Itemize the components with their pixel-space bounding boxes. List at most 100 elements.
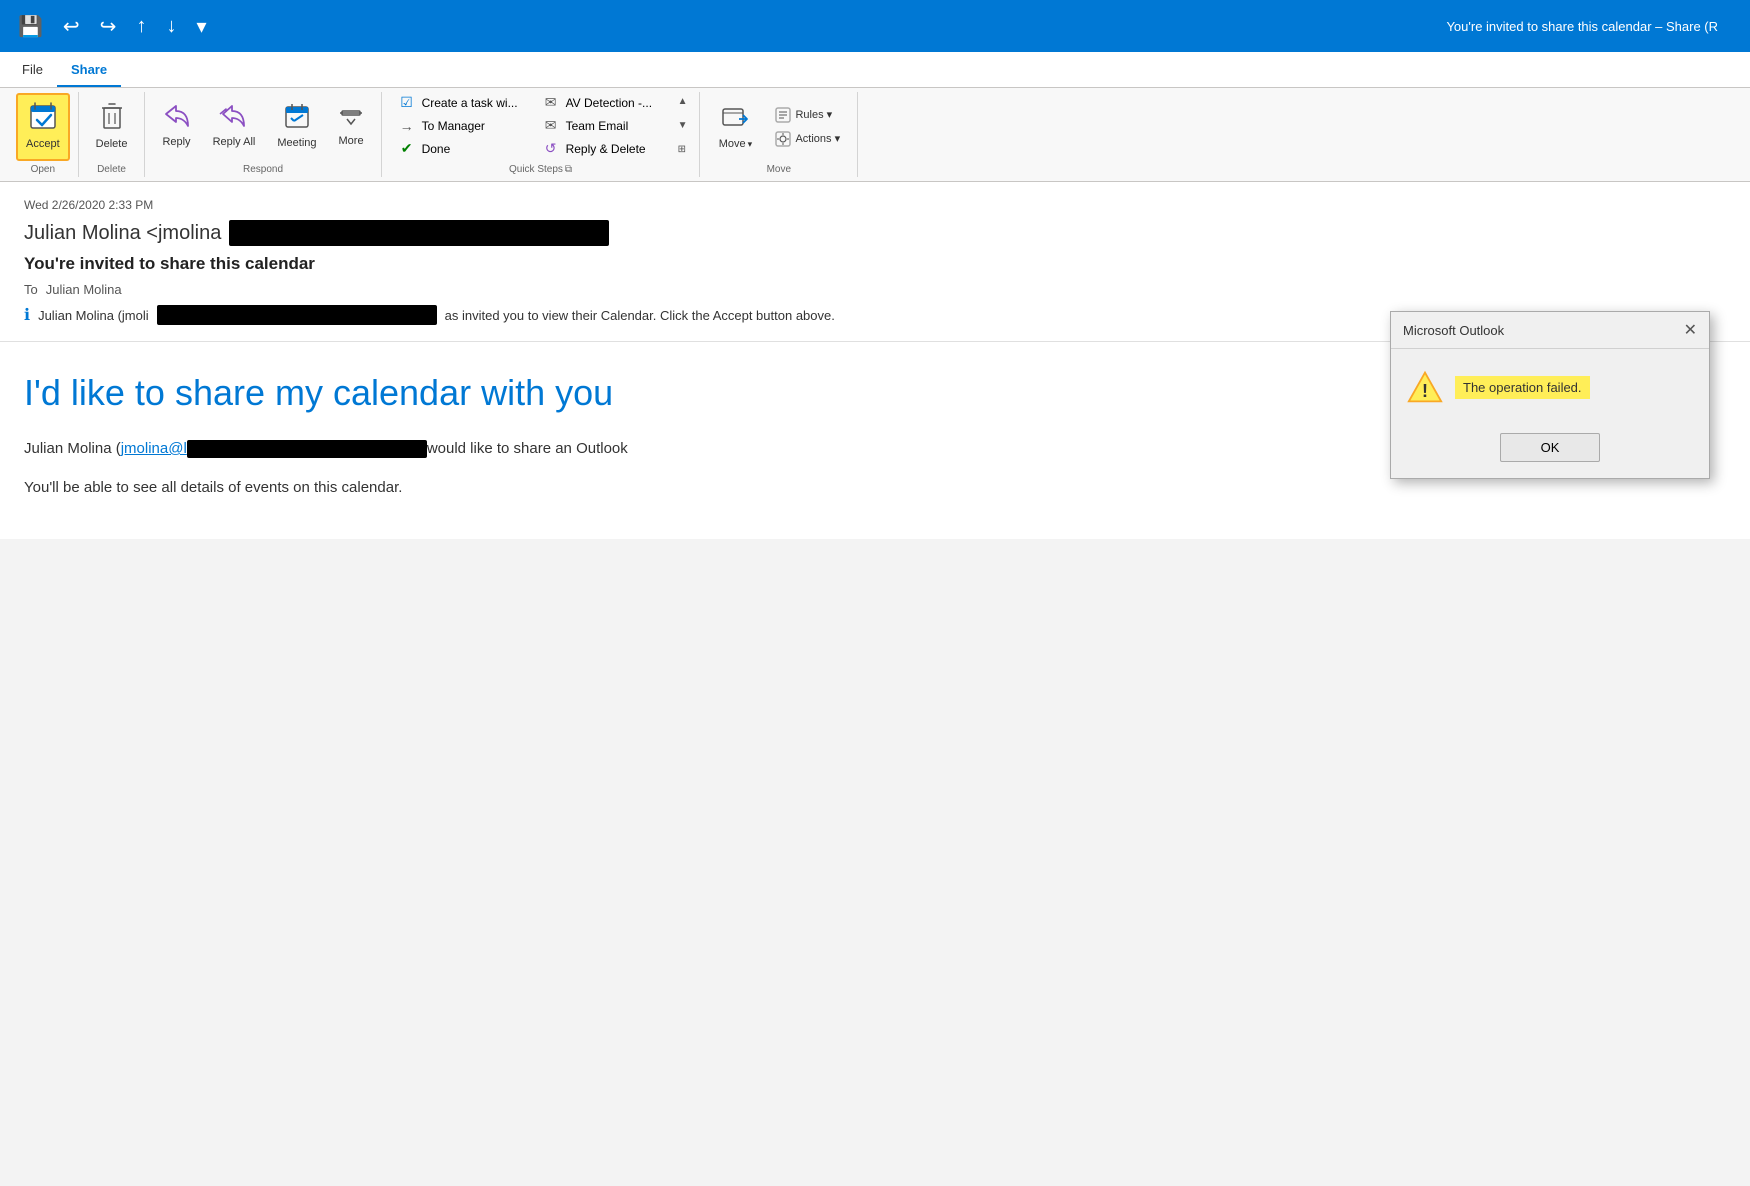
move-stack-buttons: Rules ▾ Actions ▾	[766, 104, 849, 150]
info-redacted	[157, 305, 437, 325]
qs-create-task[interactable]: ☑ Create a task wi...	[390, 92, 530, 113]
av-detection-icon: ✉	[542, 94, 560, 111]
done-icon: ✔	[398, 140, 416, 157]
more-icon	[340, 105, 362, 131]
team-email-icon: ✉	[542, 117, 560, 134]
qs-team-email[interactable]: ✉ Team Email	[534, 115, 674, 136]
qs-done-label: Done	[422, 142, 451, 156]
ribbon-group-open: Accept Open	[8, 92, 79, 177]
respond-group-content: Reply Reply All	[153, 92, 372, 161]
qs-team-email-label: Team Email	[566, 119, 629, 133]
title-bar: 💾 ↩ ↪ ↑ ↓ ▾ You're invited to share this…	[0, 0, 1750, 52]
tab-share[interactable]: Share	[57, 56, 121, 87]
more-button[interactable]: More	[330, 93, 373, 161]
ribbon-group-move: Move ▾ Rules ▾	[700, 92, 858, 177]
reply-all-button[interactable]: Reply All	[204, 93, 265, 161]
qs-av-detection[interactable]: ✉ AV Detection -...	[534, 92, 674, 113]
actions-label: Actions ▾	[795, 132, 840, 145]
dialog-footer: OK	[1391, 425, 1709, 478]
ribbon-group-delete: Delete Delete	[79, 92, 146, 177]
more-label: More	[339, 135, 364, 148]
up-icon[interactable]: ↑	[130, 11, 152, 42]
qs-reply-delete[interactable]: ↺ Reply & Delete	[534, 138, 674, 159]
accept-button[interactable]: Accept	[16, 93, 70, 161]
reply-label: Reply	[162, 136, 190, 149]
dialog-close-button[interactable]: ✕	[1684, 320, 1697, 340]
para1-prefix: Julian Molina (	[24, 440, 121, 457]
respond-group-label: Respond	[153, 161, 372, 177]
delete-label: Delete	[96, 138, 128, 151]
qs-to-manager-label: To Manager	[422, 119, 485, 133]
ribbon: Accept Open Delete Delete	[0, 88, 1750, 182]
dialog-ok-button[interactable]: OK	[1500, 433, 1601, 462]
para1-link[interactable]: jmolina@l	[121, 440, 187, 457]
email-date: Wed 2/26/2020 2:33 PM	[24, 198, 1726, 212]
qs-create-task-label: Create a task wi...	[422, 96, 518, 110]
para1-redacted	[187, 440, 427, 458]
quick-steps-list: ☑ Create a task wi... ✉ AV Detection -..…	[390, 92, 674, 159]
meeting-label: Meeting	[277, 137, 316, 150]
to-name: Julian Molina	[46, 282, 122, 297]
info-text-prefix: Julian Molina (jmoli	[38, 308, 149, 323]
email-to: To Julian Molina	[24, 282, 1726, 297]
reply-all-icon	[219, 104, 249, 132]
reply-all-label: Reply All	[213, 136, 256, 149]
ribbon-group-respond: Reply Reply All	[145, 92, 381, 177]
quick-steps-expand-icon[interactable]: ⧉	[565, 164, 572, 175]
tab-file[interactable]: File	[8, 56, 57, 87]
rules-button[interactable]: Rules ▾	[766, 104, 849, 126]
dialog-message: The operation failed.	[1455, 376, 1590, 399]
delete-icon	[100, 102, 124, 134]
move-group-label: Move	[708, 161, 849, 177]
info-icon: ℹ	[24, 305, 30, 325]
meeting-icon	[284, 103, 310, 133]
actions-button[interactable]: Actions ▾	[766, 128, 849, 150]
move-label: Move ▾	[719, 138, 752, 150]
customize-icon[interactable]: ▾	[190, 10, 212, 43]
window-title: You're invited to share this calendar – …	[1446, 19, 1718, 34]
qs-reply-delete-label: Reply & Delete	[566, 142, 646, 156]
qs-scroll-down[interactable]: ▼	[674, 118, 692, 133]
quick-steps-scroll: ▲ ▼ ⊞	[674, 92, 692, 159]
info-text-suffix: as invited you to view their Calendar. C…	[445, 308, 835, 323]
meeting-button[interactable]: Meeting	[268, 93, 325, 161]
down-icon[interactable]: ↓	[160, 11, 182, 42]
para1-suffix: would like to share an Outlook	[427, 440, 628, 457]
to-manager-icon: →	[398, 118, 416, 134]
dialog-body: ! The operation failed.	[1391, 349, 1709, 425]
ribbon-tabs: File Share	[0, 52, 1750, 88]
actions-icon	[775, 131, 791, 147]
reply-icon	[164, 104, 190, 132]
rules-label: Rules ▾	[795, 108, 832, 121]
error-dialog: Microsoft Outlook ✕ ! The operation fail…	[1390, 311, 1710, 479]
ribbon-group-quick-steps: ☑ Create a task wi... ✉ AV Detection -..…	[382, 92, 701, 177]
move-button[interactable]: Move ▾	[708, 93, 762, 161]
from-name: Julian Molina <jmolina	[24, 222, 221, 245]
accept-icon	[29, 102, 57, 134]
quick-steps-label: Quick Steps	[509, 161, 563, 177]
save-icon[interactable]: 💾	[12, 10, 49, 43]
dialog-title: Microsoft Outlook	[1403, 323, 1504, 338]
from-redacted	[229, 220, 609, 246]
to-label: To	[24, 282, 38, 297]
qs-done[interactable]: ✔ Done	[390, 138, 530, 159]
create-task-icon: ☑	[398, 94, 416, 111]
rules-icon	[775, 107, 791, 123]
reply-delete-icon: ↺	[542, 140, 560, 157]
redo-icon[interactable]: ↪	[94, 10, 123, 43]
qs-to-manager[interactable]: → To Manager	[390, 115, 530, 136]
svg-text:!: !	[1422, 381, 1428, 401]
delete-group-label: Delete	[87, 161, 137, 177]
undo-icon[interactable]: ↩	[57, 10, 86, 43]
warning-icon: !	[1407, 369, 1443, 405]
accept-label: Accept	[26, 138, 60, 151]
dialog-title-bar: Microsoft Outlook ✕	[1391, 312, 1709, 349]
delete-button[interactable]: Delete	[87, 93, 137, 161]
delete-group-content: Delete	[87, 92, 137, 161]
move-group-content: Move ▾ Rules ▾	[708, 92, 849, 161]
qs-expand[interactable]: ⊞	[674, 142, 692, 157]
qs-scroll-up[interactable]: ▲	[674, 94, 692, 109]
open-group-label: Open	[16, 161, 70, 177]
body-para2: You'll be able to see all details of eve…	[24, 477, 1726, 500]
reply-button[interactable]: Reply	[153, 93, 199, 161]
